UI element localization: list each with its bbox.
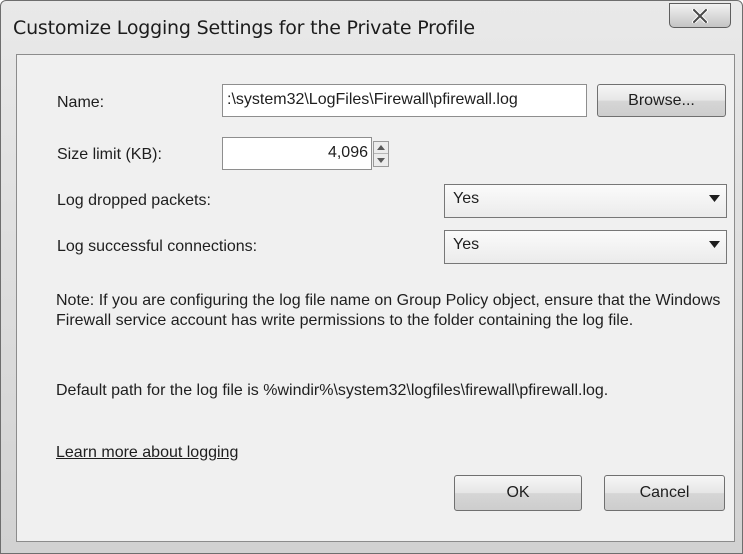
permissions-note: Note: If you are configuring the log fil… — [56, 292, 721, 329]
browse-button[interactable]: Browse... — [597, 84, 726, 117]
spin-down-icon — [377, 157, 385, 163]
size-limit-value: 4,096 — [327, 144, 368, 161]
close-button[interactable] — [669, 3, 731, 28]
log-successful-connections-select[interactable]: Yes — [444, 230, 727, 264]
log-dropped-packets-value: Yes — [453, 190, 480, 207]
chevron-down-icon — [709, 195, 720, 202]
cancel-button[interactable]: Cancel — [604, 475, 725, 511]
log-file-name-input[interactable]: :\system32\LogFiles\Firewall\pfirewall.l… — [222, 84, 587, 117]
spin-up-icon — [377, 145, 385, 150]
spin-down-button[interactable] — [374, 154, 388, 166]
size-limit-spinner[interactable] — [373, 141, 389, 167]
spin-up-button[interactable] — [374, 142, 388, 154]
window-title: Customize Logging Settings for the Priva… — [13, 17, 475, 39]
dialog-window: Customize Logging Settings for the Priva… — [0, 0, 743, 554]
log-successful-connections-label: Log successful connections: — [57, 238, 258, 255]
learn-more-link[interactable]: Learn more about logging — [56, 444, 238, 462]
size-limit-field[interactable]: 4,096 — [222, 137, 372, 170]
close-icon — [692, 8, 708, 23]
log-dropped-packets-select[interactable]: Yes — [444, 184, 727, 218]
ok-button[interactable]: OK — [454, 475, 582, 511]
log-successful-connections-value: Yes — [453, 236, 480, 253]
chevron-down-icon — [709, 241, 720, 248]
name-label: Name: — [57, 94, 105, 111]
log-dropped-packets-label: Log dropped packets: — [57, 192, 211, 209]
default-path-note: Default path for the log file is %windir… — [56, 382, 609, 399]
size-limit-label: Size limit (KB): — [57, 146, 162, 163]
